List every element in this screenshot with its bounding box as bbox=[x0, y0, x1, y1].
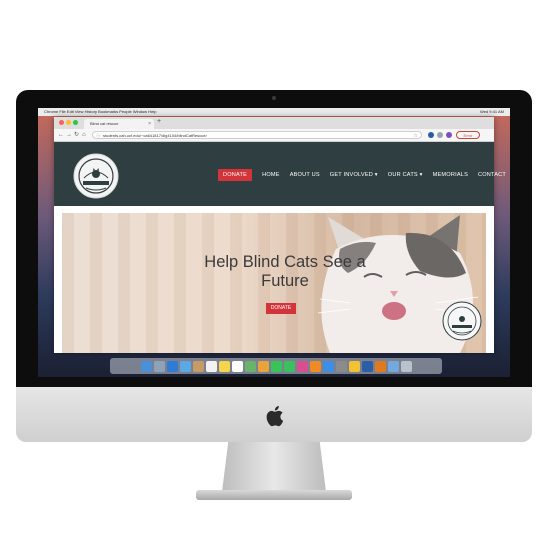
nav-memorials[interactable]: MEMORIALS bbox=[433, 172, 468, 178]
browser-window: Blind cat rescue × + ← → ↻ ⌂ ⓘ students.… bbox=[54, 117, 506, 353]
maps-icon[interactable] bbox=[244, 360, 256, 372]
trash-icon[interactable] bbox=[400, 360, 412, 372]
rescue-logo-icon[interactable] bbox=[72, 152, 120, 200]
hero-banner: Help Blind Cats See a Future DONATE bbox=[62, 213, 486, 353]
facetime-icon[interactable] bbox=[283, 360, 295, 372]
preferences-icon[interactable] bbox=[335, 360, 347, 372]
tab-close-icon[interactable]: × bbox=[148, 119, 151, 129]
tab-blind-cat-rescue[interactable]: Blind cat rescue × bbox=[84, 119, 154, 129]
nav-home[interactable]: HOME bbox=[262, 172, 280, 178]
nav-our-cats[interactable]: OUR CATS ▾ bbox=[388, 172, 423, 178]
hero-donate-button[interactable]: DONATE bbox=[266, 303, 296, 314]
contacts-icon[interactable] bbox=[192, 360, 204, 372]
browser-toolbar: ← → ↻ ⌂ ⓘ students.cah.ucf.edu/~ca641817… bbox=[54, 129, 494, 142]
nav-about-us[interactable]: ABOUT US bbox=[290, 172, 320, 178]
folder-icon[interactable] bbox=[387, 360, 399, 372]
hero-title: Help Blind Cats See a Future bbox=[204, 253, 366, 290]
minimize-window-icon[interactable] bbox=[66, 120, 71, 125]
photoshop-icon[interactable] bbox=[361, 360, 373, 372]
imac-foot bbox=[196, 490, 352, 500]
launchpad-icon[interactable] bbox=[153, 360, 165, 372]
notes-icon[interactable] bbox=[218, 360, 230, 372]
menu-bar-clock: Wed 9:41 AM bbox=[480, 109, 504, 114]
nav-get-involved[interactable]: GET INVOLVED ▾ bbox=[330, 172, 378, 178]
itunes-icon[interactable] bbox=[296, 360, 308, 372]
address-bar[interactable]: ⓘ students.cah.ucf.edu/~ca641817/dig4104… bbox=[92, 131, 422, 139]
ibooks-icon[interactable] bbox=[309, 360, 321, 372]
address-text: students.cah.ucf.edu/~ca641817/dig4104/b… bbox=[103, 133, 207, 138]
profile-error-button[interactable]: Error bbox=[456, 131, 480, 139]
rescue-badge-icon bbox=[442, 301, 482, 341]
reminders-icon[interactable] bbox=[231, 360, 243, 372]
photos-icon[interactable] bbox=[257, 360, 269, 372]
forward-icon[interactable]: → bbox=[66, 131, 72, 139]
messages-icon[interactable] bbox=[270, 360, 282, 372]
website: DONATE HOME ABOUT US GET INVOLVED ▾ OUR … bbox=[54, 142, 506, 353]
mail-icon[interactable] bbox=[179, 360, 191, 372]
home-icon[interactable]: ⌂ bbox=[82, 131, 86, 139]
main-nav: DONATE HOME ABOUT US GET INVOLVED ▾ OUR … bbox=[218, 169, 506, 181]
reload-icon[interactable]: ↻ bbox=[74, 131, 79, 139]
extension-icon[interactable] bbox=[437, 132, 443, 138]
imac-stand bbox=[222, 442, 326, 492]
extension-icon[interactable] bbox=[428, 132, 434, 138]
site-header: DONATE HOME ABOUT US GET INVOLVED ▾ OUR … bbox=[54, 142, 506, 206]
apple-logo-icon bbox=[266, 406, 284, 427]
back-icon[interactable]: ← bbox=[58, 131, 64, 139]
zoom-window-icon[interactable] bbox=[73, 120, 78, 125]
dock bbox=[110, 358, 442, 374]
profile-avatar-icon[interactable] bbox=[446, 132, 452, 138]
screen: Chrome File Edit View History Bookmarks … bbox=[38, 108, 510, 377]
appstore-icon[interactable] bbox=[322, 360, 334, 372]
menu-bar: Chrome File Edit View History Bookmarks … bbox=[38, 108, 510, 116]
chrome-icon[interactable] bbox=[348, 360, 360, 372]
bookmark-star-icon[interactable]: ☆ bbox=[414, 132, 418, 140]
close-window-icon[interactable] bbox=[59, 120, 64, 125]
finder-icon[interactable] bbox=[140, 360, 152, 372]
menu-bar-items[interactable]: Chrome File Edit View History Bookmarks … bbox=[44, 108, 156, 116]
nav-donate-button[interactable]: DONATE bbox=[218, 169, 253, 181]
tab-title: Blind cat rescue bbox=[90, 121, 119, 126]
camera-icon bbox=[272, 96, 276, 100]
nav-contact[interactable]: CONTACT bbox=[478, 172, 506, 178]
tab-strip: Blind cat rescue × + bbox=[54, 117, 494, 129]
new-tab-icon[interactable]: + bbox=[157, 118, 161, 125]
safari-icon[interactable] bbox=[166, 360, 178, 372]
illustrator-icon[interactable] bbox=[374, 360, 386, 372]
calendar-icon[interactable] bbox=[205, 360, 217, 372]
site-info-icon[interactable]: ⓘ bbox=[96, 132, 100, 140]
